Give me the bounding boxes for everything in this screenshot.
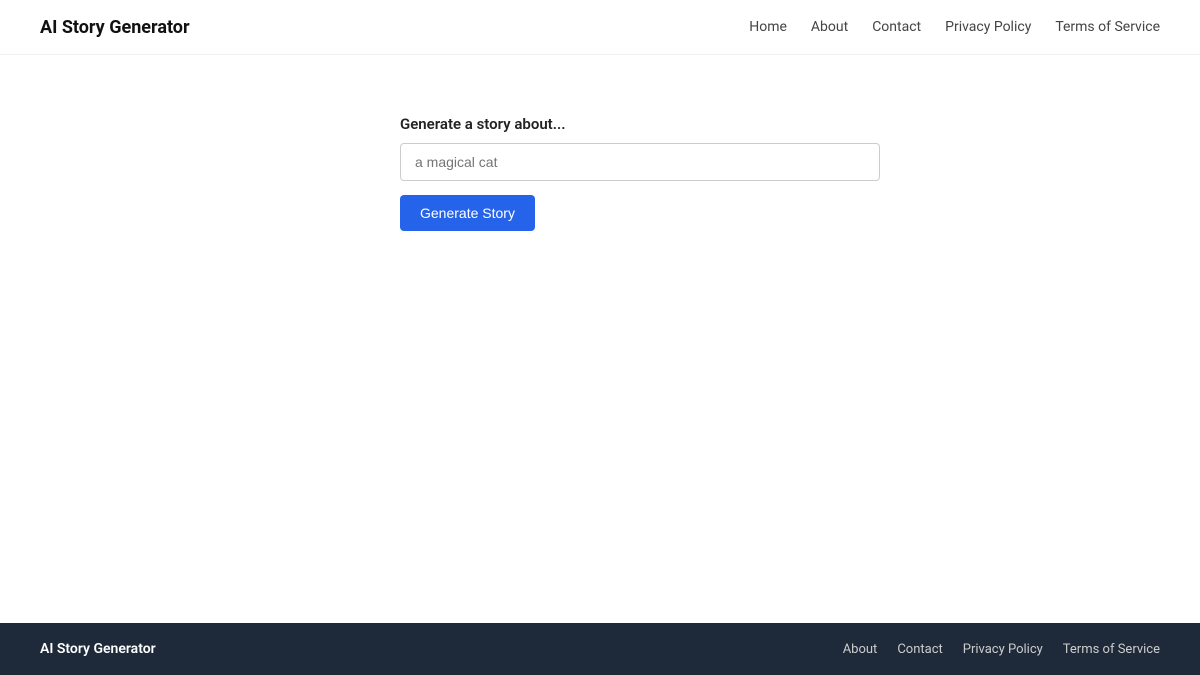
generate-story-button[interactable]: Generate Story — [400, 195, 535, 231]
footer-nav-contact[interactable]: Contact — [897, 642, 942, 657]
footer-nav-about[interactable]: About — [843, 642, 878, 657]
site-footer: AI Story Generator About Contact Privacy… — [0, 623, 1200, 675]
main-content: Generate a story about... Generate Story — [0, 55, 1200, 623]
story-input[interactable] — [400, 143, 880, 181]
footer-site-title: AI Story Generator — [40, 641, 156, 657]
nav-terms-of-service[interactable]: Terms of Service — [1055, 19, 1160, 35]
nav-home[interactable]: Home — [749, 19, 787, 35]
footer-nav: About Contact Privacy Policy Terms of Se… — [843, 642, 1160, 657]
main-nav: Home About Contact Privacy Policy Terms … — [749, 19, 1160, 35]
footer-nav-terms-of-service[interactable]: Terms of Service — [1063, 642, 1160, 657]
nav-contact[interactable]: Contact — [872, 19, 921, 35]
story-form-container: Generate a story about... Generate Story — [400, 115, 880, 231]
nav-about[interactable]: About — [811, 19, 848, 35]
nav-privacy-policy[interactable]: Privacy Policy — [945, 19, 1031, 35]
site-logo-title: AI Story Generator — [40, 17, 190, 38]
site-header: AI Story Generator Home About Contact Pr… — [0, 0, 1200, 55]
story-form-label: Generate a story about... — [400, 115, 880, 133]
footer-nav-privacy-policy[interactable]: Privacy Policy — [963, 642, 1043, 657]
